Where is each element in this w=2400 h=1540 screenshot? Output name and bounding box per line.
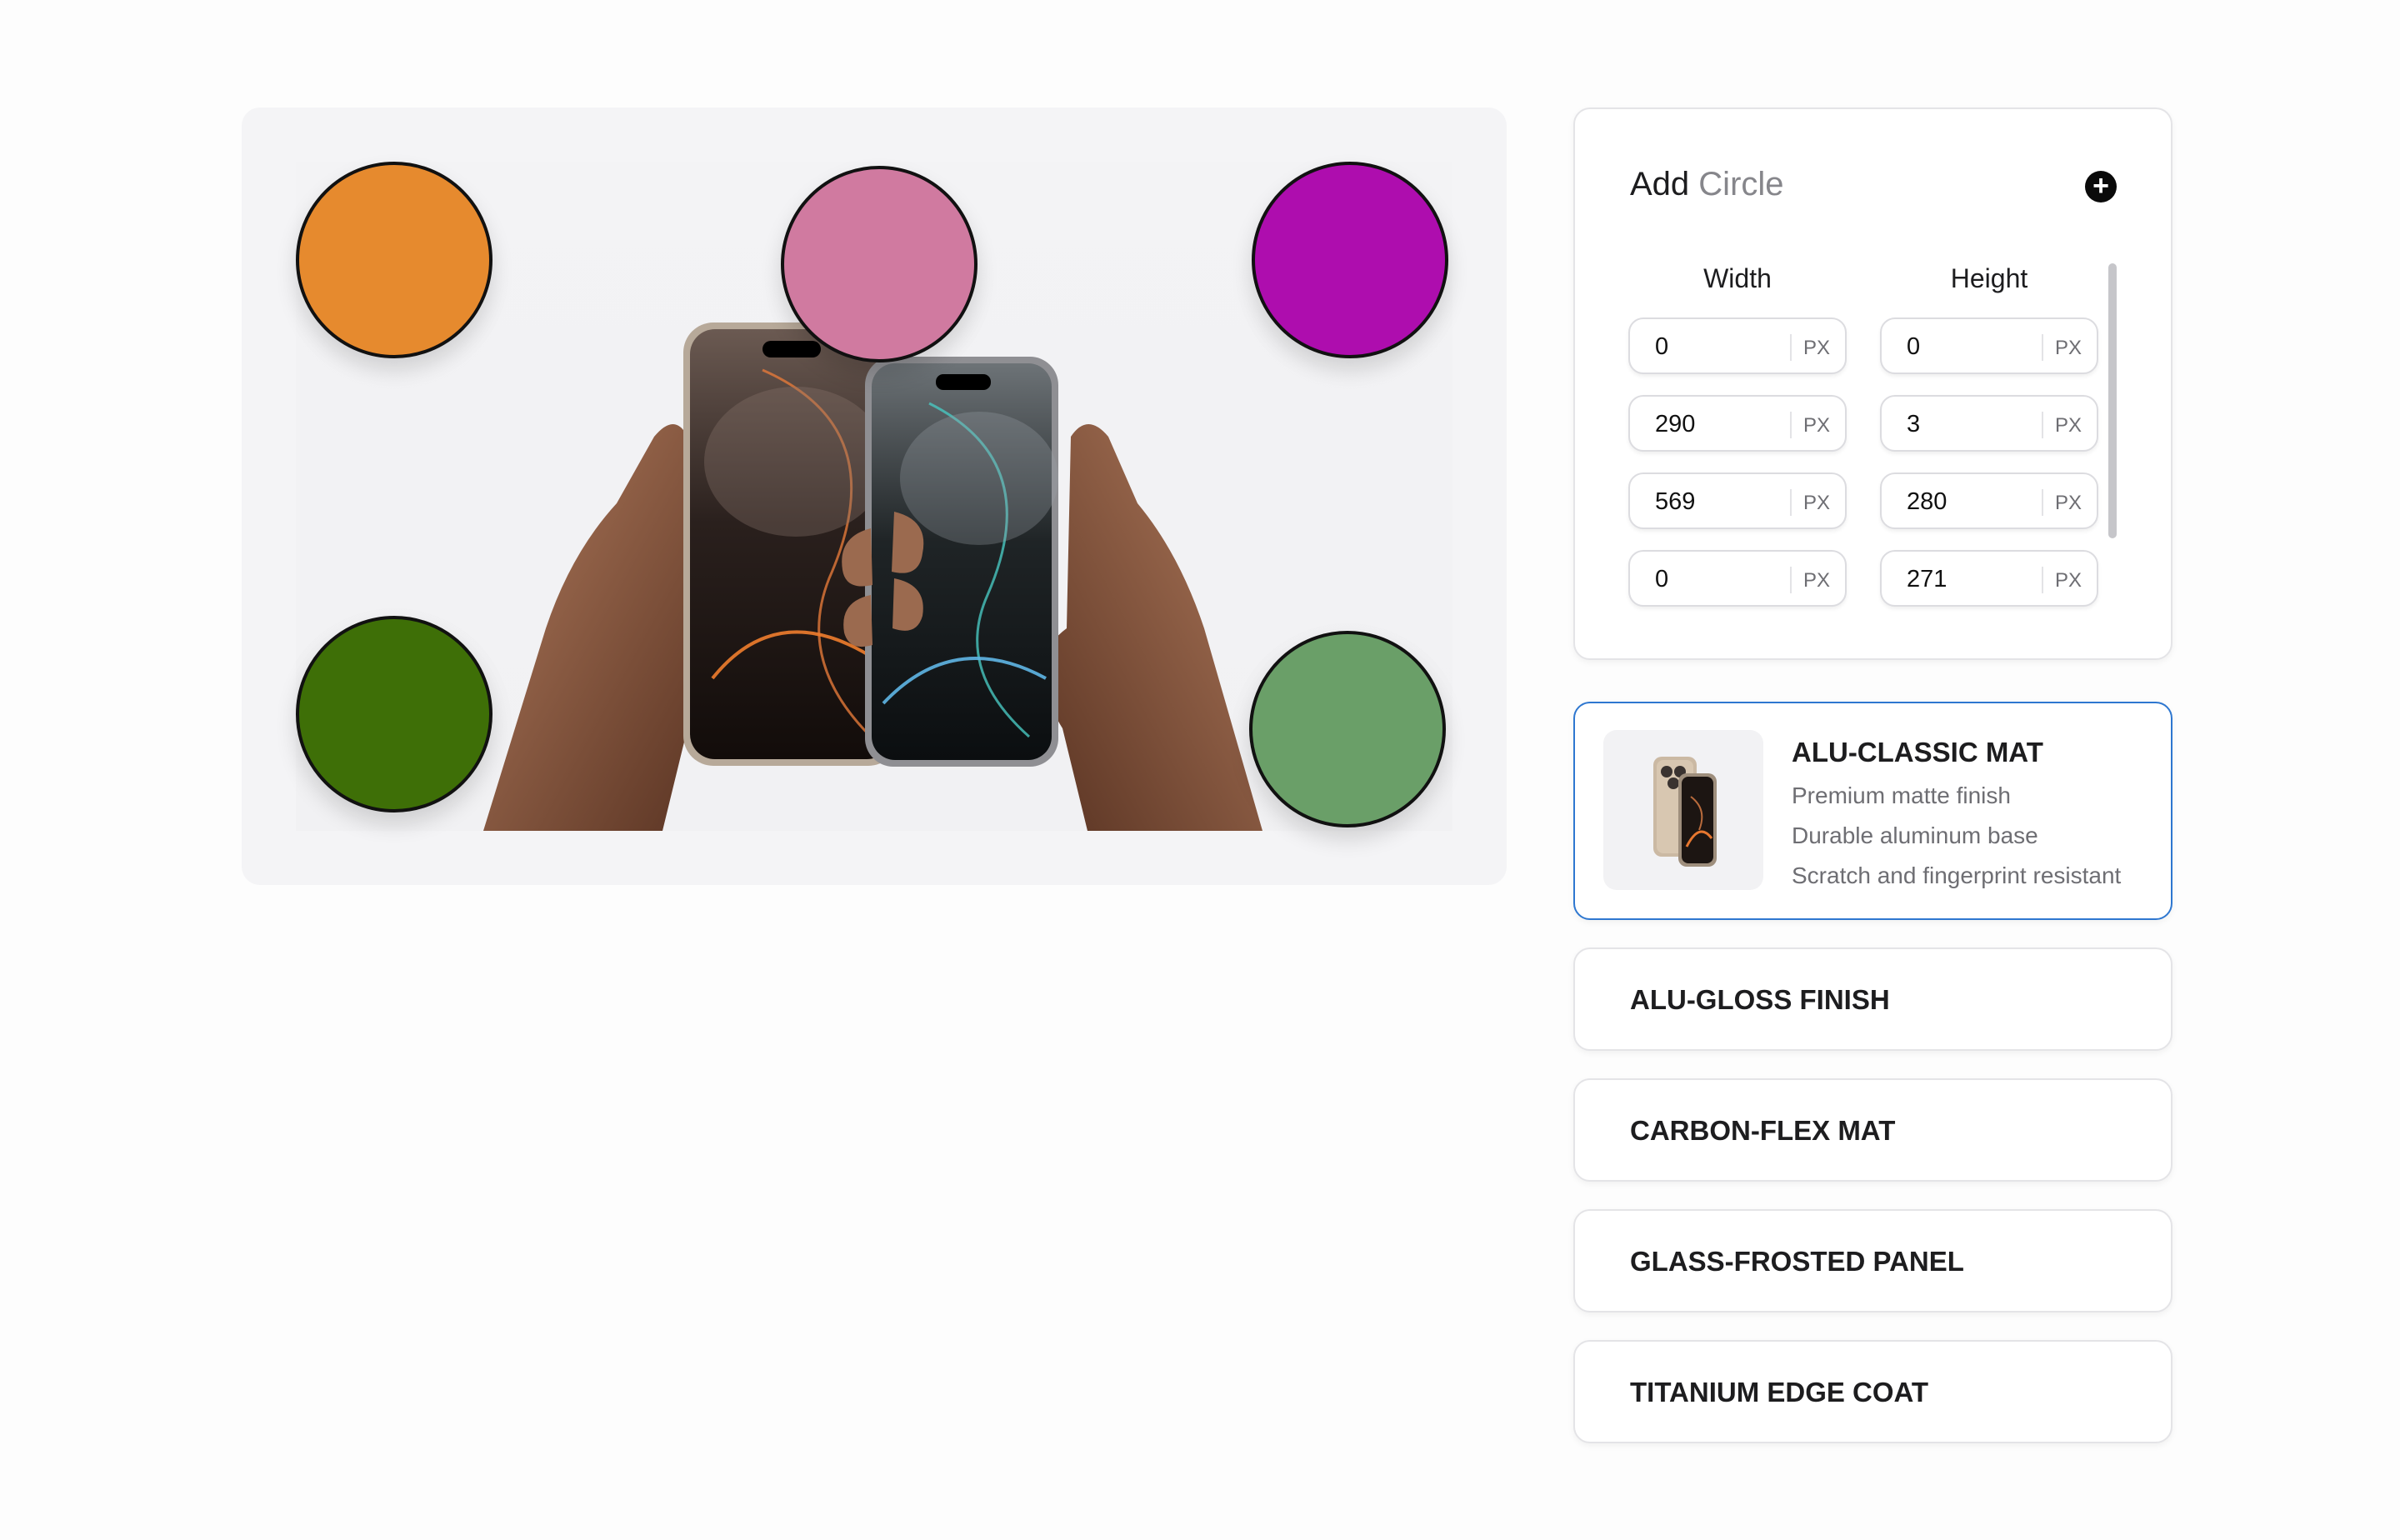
height-input[interactable]: 280 PX xyxy=(1880,472,2098,529)
add-circle-card: Add Circle + Width Height 0 PX 0 PX 290 … xyxy=(1573,108,2172,660)
width-value: 0 xyxy=(1655,333,1669,360)
plus-circle-icon[interactable]: + xyxy=(2085,171,2117,202)
unit-label: PX xyxy=(2055,492,2082,514)
material-thumbnail xyxy=(1603,730,1763,890)
unit-label: PX xyxy=(2055,414,2082,437)
material-option-alu-gloss-finish[interactable]: ALU-GLOSS FINISH xyxy=(1573,948,2172,1051)
width-value: 290 xyxy=(1655,411,1696,438)
material-option-carbon-flex-mat[interactable]: CARBON-FLEX MAT xyxy=(1573,1078,2172,1182)
material-feature: Scratch and fingerprint resistant xyxy=(1792,862,2122,888)
field-divider xyxy=(2042,334,2043,361)
left-hand-shape xyxy=(483,424,708,831)
height-value: 0 xyxy=(1907,333,1921,360)
field-divider xyxy=(1790,567,1792,593)
material-label: CARBON-FLEX MAT xyxy=(1630,1115,1896,1146)
circle-sage-green[interactable] xyxy=(1249,631,1446,828)
add-circle-title-accent: Circle xyxy=(1698,166,1784,202)
height-input[interactable]: 3 PX xyxy=(1880,395,2098,452)
unit-label: PX xyxy=(1803,337,1831,359)
add-circle-title: Add Circle xyxy=(1630,166,1784,203)
height-value: 280 xyxy=(1907,488,1948,515)
material-option-titanium-edge-coat[interactable]: TITANIUM EDGE COAT xyxy=(1573,1340,2172,1443)
width-input[interactable]: 290 PX xyxy=(1628,395,1847,452)
unit-label: PX xyxy=(1803,414,1831,437)
unit-label: PX xyxy=(1803,492,1831,514)
unit-label: PX xyxy=(1803,569,1831,592)
right-hand-shape xyxy=(1042,424,1262,831)
width-column-header: Width xyxy=(1703,263,1772,293)
field-divider xyxy=(1790,489,1792,516)
height-input[interactable]: 271 PX xyxy=(1880,550,2098,607)
material-name: ALU-CLASSIC MAT xyxy=(1792,737,2043,768)
width-value: 0 xyxy=(1655,566,1669,592)
width-input[interactable]: 569 PX xyxy=(1628,472,1847,529)
material-option-alu-classic-mat[interactable]: ALU-CLASSIC MAT Premium matte finish Dur… xyxy=(1573,702,2172,920)
product-preview-panel xyxy=(242,108,1507,885)
add-circle-title-main: Add xyxy=(1630,166,1690,202)
unit-label: PX xyxy=(2055,337,2082,359)
width-input[interactable]: 0 PX xyxy=(1628,318,1847,374)
phone-thumbnail-icon xyxy=(1653,757,1717,867)
dimensions-scrollbar[interactable] xyxy=(2108,263,2117,538)
circle-orange[interactable] xyxy=(296,162,492,358)
material-feature: Durable aluminum base xyxy=(1792,822,2038,848)
material-label: GLASS-FROSTED PANEL xyxy=(1630,1246,1964,1277)
height-column-header: Height xyxy=(1950,263,2028,293)
material-option-glass-frosted-panel[interactable]: GLASS-FROSTED PANEL xyxy=(1573,1209,2172,1312)
material-label: ALU-GLOSS FINISH xyxy=(1630,984,1890,1015)
height-value: 271 xyxy=(1907,566,1948,592)
width-value: 569 xyxy=(1655,488,1696,515)
circle-dark-green[interactable] xyxy=(296,616,492,812)
field-divider xyxy=(1790,412,1792,438)
field-divider xyxy=(1790,334,1792,361)
field-divider xyxy=(2042,489,2043,516)
height-value: 3 xyxy=(1907,411,1921,438)
width-input[interactable]: 0 PX xyxy=(1628,550,1847,607)
material-label: TITANIUM EDGE COAT xyxy=(1630,1377,1929,1408)
material-feature: Premium matte finish xyxy=(1792,782,2011,808)
circle-magenta[interactable] xyxy=(1252,162,1448,358)
circle-pink[interactable] xyxy=(781,166,978,362)
field-divider xyxy=(2042,412,2043,438)
field-divider xyxy=(2042,567,2043,593)
unit-label: PX xyxy=(2055,569,2082,592)
height-input[interactable]: 0 PX xyxy=(1880,318,2098,374)
